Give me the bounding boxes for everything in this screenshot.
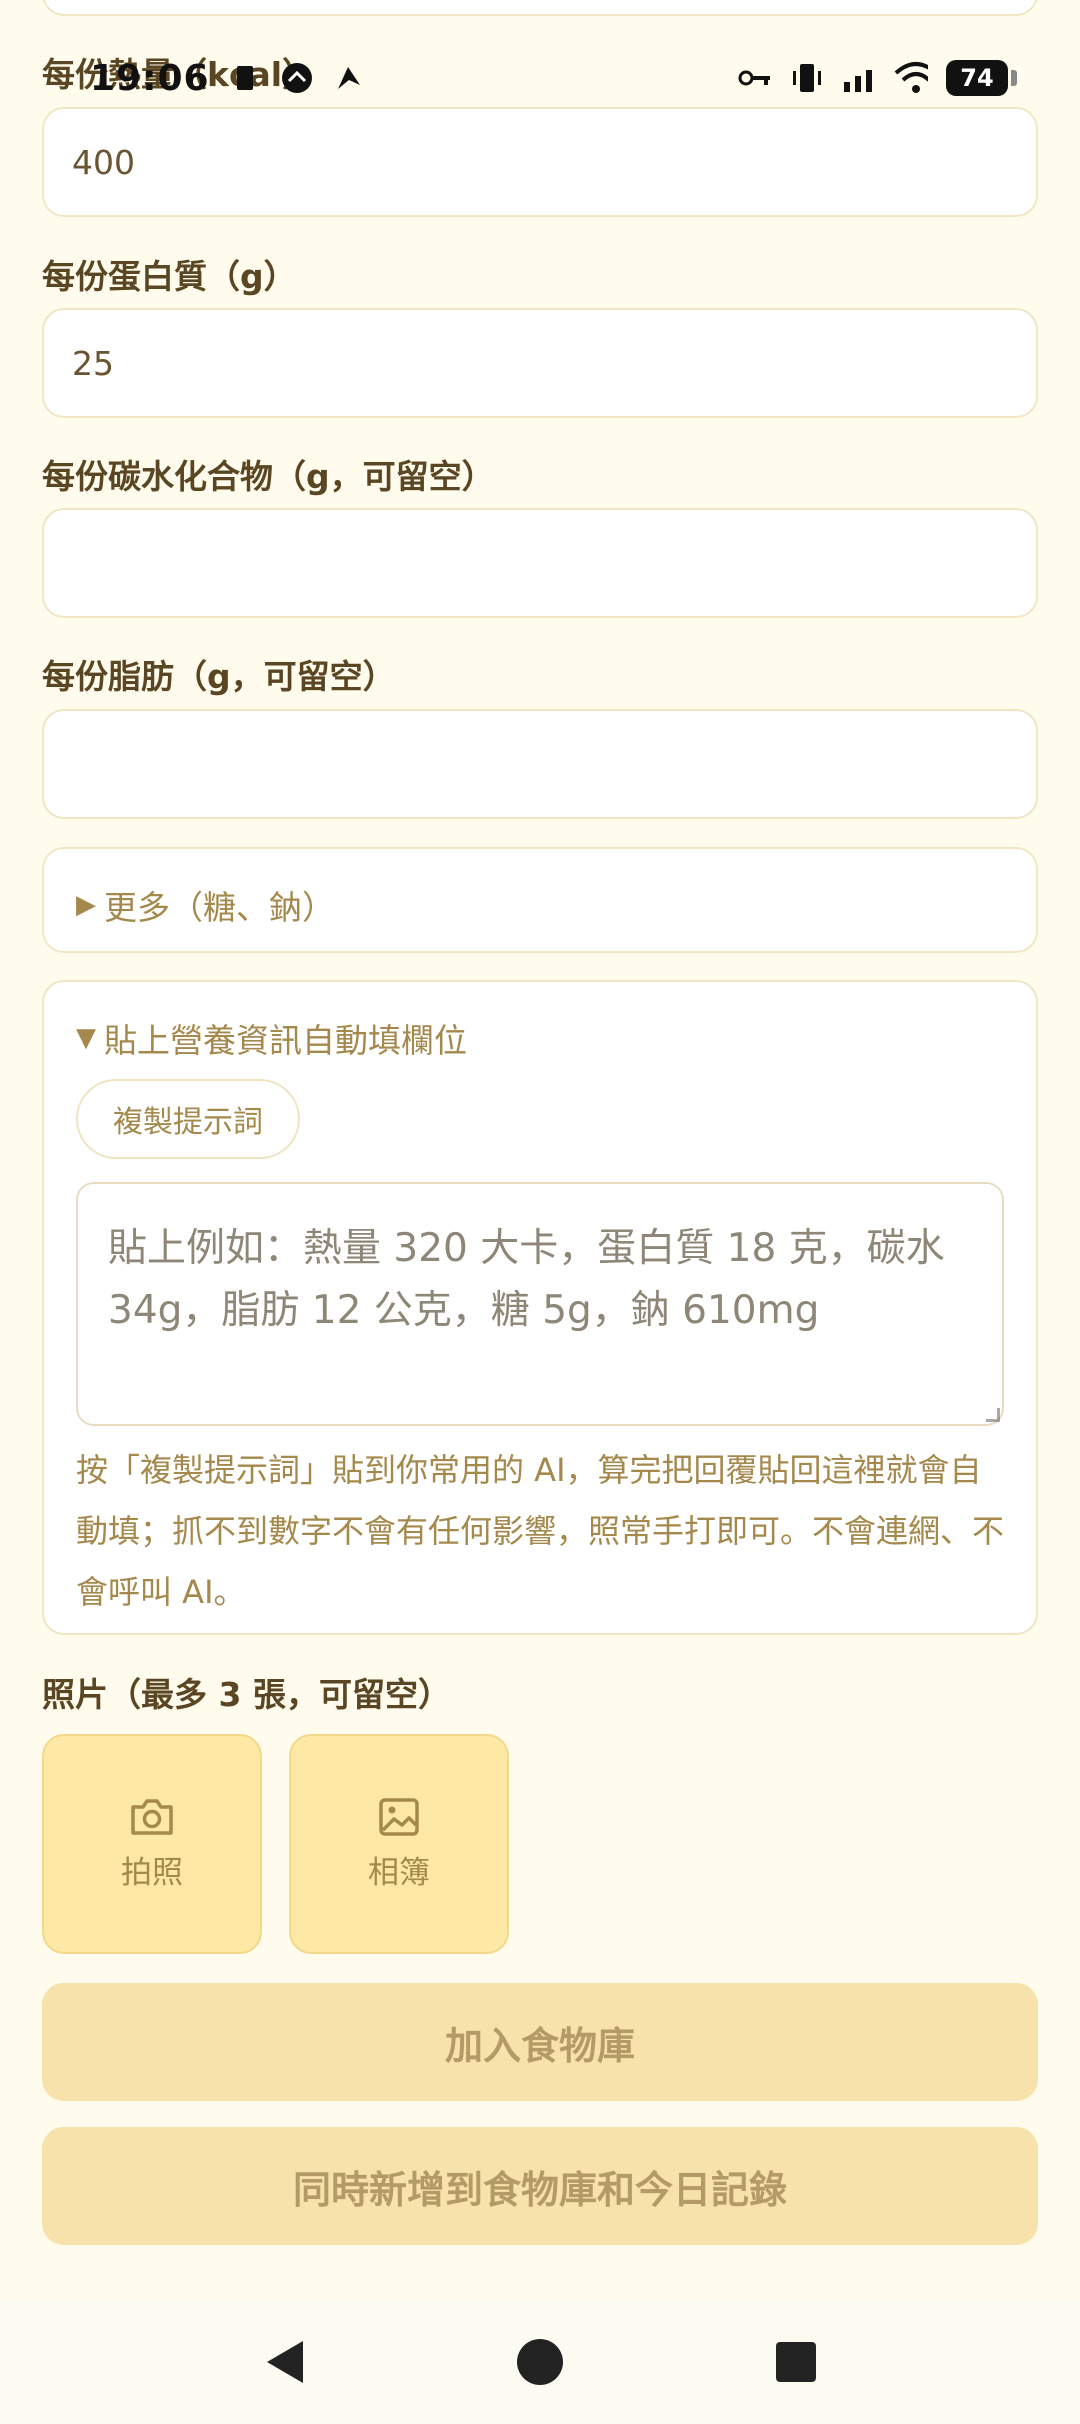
notification-square-icon [228, 61, 262, 95]
paste-nutrition-toggle[interactable]: ▼ 貼上營養資訊自動填欄位 [76, 1014, 467, 1062]
protein-value: 25 [72, 343, 114, 383]
image-gallery-icon [379, 1797, 419, 1836]
fat-input[interactable] [42, 709, 1038, 819]
status-time: 19:06 [90, 57, 210, 99]
status-left: 19:06 [90, 58, 366, 99]
more-nutrients-expander[interactable]: ▶ 更多（糖、鈉） [42, 847, 1038, 953]
take-photo-label: 拍照 [121, 1854, 183, 1891]
previous-field-input[interactable] [42, 0, 1038, 16]
vibrate-icon [790, 61, 824, 95]
carbs-input[interactable] [42, 508, 1038, 618]
album-label: 相簿 [368, 1854, 430, 1891]
camera-icon [131, 1798, 173, 1835]
copy-prompt-button[interactable]: 複製提示詞 [76, 1079, 300, 1159]
signal-icon [842, 61, 876, 95]
recents-icon[interactable] [766, 2332, 826, 2392]
photos-label: 照片（最多 3 張，可留空） [42, 1675, 451, 1714]
carbs-label: 每份碳水化合物（g，可留空） [42, 457, 495, 496]
back-icon[interactable] [254, 2332, 314, 2392]
circle-app-icon [280, 61, 314, 95]
collapse-arrow-icon: ▼ [76, 1023, 96, 1053]
protein-label: 每份蛋白質（g） [42, 257, 297, 296]
paste-help-text: 按「複製提示詞」貼到你常用的 AI，算完把回覆貼回這裡就會自動填；抓不到數字不會… [76, 1451, 1005, 1611]
navigation-icon [332, 61, 366, 95]
paste-placeholder: 貼上例如：熱量 320 大卡，蛋白質 18 克，碳水 34g，脂肪 12 公克，… [108, 1226, 945, 1333]
more-nutrients-toggle[interactable]: ▶ 更多（糖、鈉） [76, 881, 335, 929]
resize-grip-icon[interactable] [986, 1408, 1000, 1422]
app-screen: 19:06 74 每份熱量（kcal） 400 每份蛋白質（g） 25 每份碳水… [0, 0, 1080, 2424]
battery-icon: 74 [946, 60, 1017, 96]
fat-label: 每份脂肪（g，可留空） [42, 657, 396, 696]
status-bar: 19:06 74 [0, 40, 1080, 116]
paste-nutrition-expander: ▼ 貼上營養資訊自動填欄位 複製提示詞 貼上例如：熱量 320 大卡，蛋白質 1… [42, 980, 1038, 1635]
vpn-key-icon [738, 61, 772, 95]
protein-input[interactable]: 25 [42, 308, 1038, 418]
wifi-icon [894, 61, 928, 95]
more-nutrients-label: 更多（糖、鈉） [104, 888, 335, 927]
status-right: 74 [738, 60, 1017, 96]
calories-value: 400 [72, 142, 135, 182]
take-photo-button[interactable]: 拍照 [42, 1734, 262, 1954]
system-nav-bar [0, 2300, 1080, 2424]
paste-nutrition-textarea[interactable]: 貼上例如：熱量 320 大卡，蛋白質 18 克，碳水 34g，脂肪 12 公克，… [76, 1182, 1004, 1426]
home-icon[interactable] [510, 2332, 570, 2392]
expand-arrow-icon: ▶ [76, 890, 96, 920]
calories-input[interactable]: 400 [42, 107, 1038, 217]
album-button[interactable]: 相簿 [289, 1734, 509, 1954]
add-to-library-button[interactable]: 加入食物庫 [42, 1983, 1038, 2101]
add-to-library-and-today-button[interactable]: 同時新增到食物庫和今日記錄 [42, 2127, 1038, 2245]
paste-nutrition-label: 貼上營養資訊自動填欄位 [104, 1021, 467, 1060]
